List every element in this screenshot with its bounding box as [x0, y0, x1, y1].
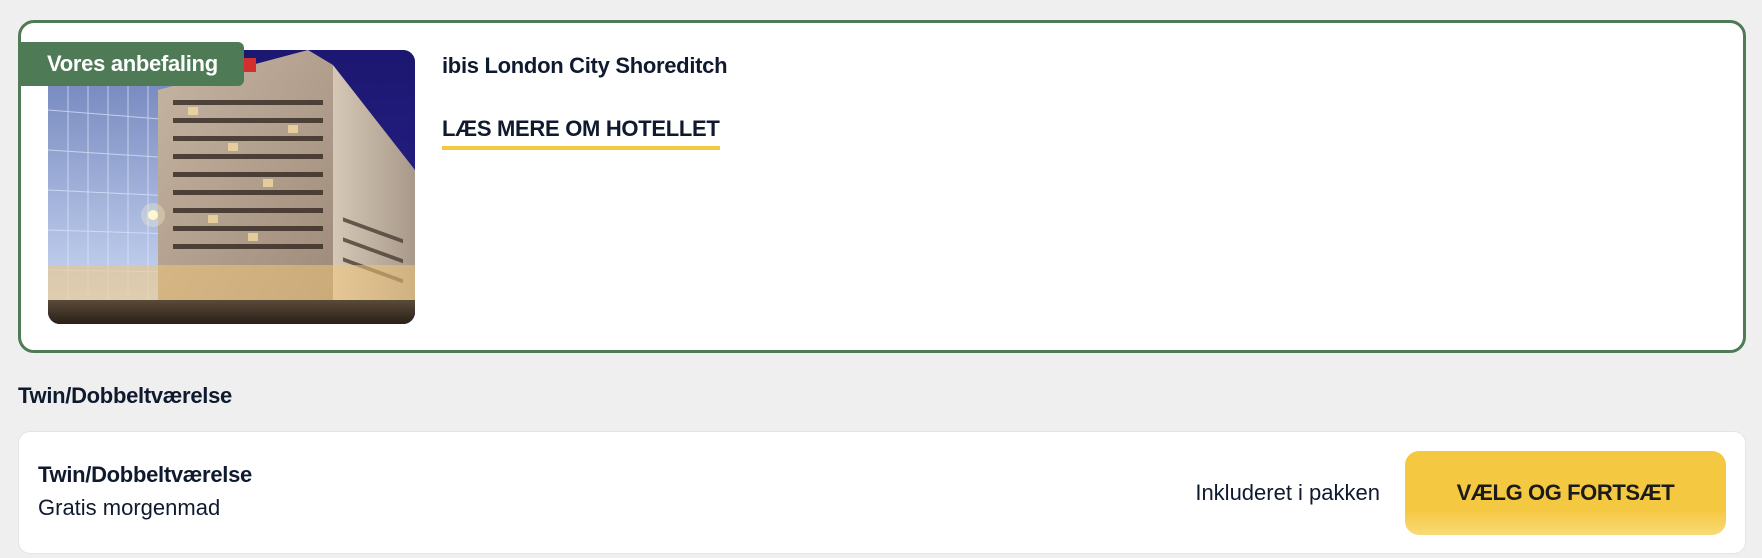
recommendation-badge: Vores anbefaling [21, 42, 244, 86]
hotel-photo[interactable] [48, 50, 415, 324]
hotel-name: ibis London City Shoreditch [442, 53, 728, 78]
room-type-heading: Twin/Dobbeltværelse [18, 383, 232, 408]
room-option-card: Twin/Dobbeltværelse Gratis morgenmad Ink… [18, 431, 1746, 554]
hotel-card: Vores anbefaling ibis London City Shored… [18, 20, 1746, 353]
hotel-building-photo-icon [48, 50, 415, 324]
room-price-label: Inkluderet i pakken [1195, 480, 1380, 505]
room-option-name: Twin/Dobbeltværelse [38, 462, 252, 487]
select-and-continue-button[interactable]: VÆLG OG FORTSÆT [1405, 451, 1726, 535]
room-option-feature: Gratis morgenmad [38, 495, 221, 520]
read-more-link[interactable]: LÆS MERE OM HOTELLET [442, 116, 720, 150]
